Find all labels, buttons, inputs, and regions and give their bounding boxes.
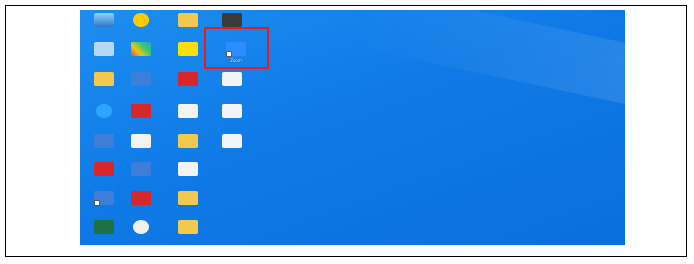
computer-icon xyxy=(94,13,114,27)
control-panel-icon xyxy=(94,134,114,148)
folder-icon xyxy=(178,191,198,205)
desktop-icon-media-player[interactable] xyxy=(117,13,165,45)
desktop-icon-circle-app[interactable] xyxy=(117,220,165,245)
installer-icon xyxy=(131,134,151,148)
desktop-icon-doc-b[interactable] xyxy=(208,104,256,136)
desktop-icon-book[interactable] xyxy=(117,104,165,136)
document-icon xyxy=(178,104,198,118)
app-tiles-icon xyxy=(131,42,151,56)
recycle-bin-icon xyxy=(94,42,114,56)
app-icon xyxy=(94,191,114,206)
desktop-icon-app-tiles[interactable] xyxy=(117,42,165,74)
desktop-icon-folder-low[interactable] xyxy=(164,191,212,223)
folder-icon xyxy=(178,220,198,234)
desktop-icon-doc-c[interactable] xyxy=(208,134,256,166)
desktop-icon-doc-a[interactable] xyxy=(208,72,256,104)
desktop-icon-acrobat-dc[interactable] xyxy=(117,191,165,223)
installer-icon xyxy=(178,162,198,176)
desktop-icon-folder-bottom[interactable] xyxy=(164,220,212,245)
document-icon xyxy=(222,104,242,118)
app-icon xyxy=(222,13,242,27)
acrobat-icon xyxy=(131,191,151,205)
network-icon xyxy=(131,72,151,86)
play-icon xyxy=(133,13,149,27)
excel-icon xyxy=(94,220,114,234)
internet-explorer-icon xyxy=(96,104,112,118)
circle-app-icon xyxy=(133,220,149,234)
desktop[interactable]: Zoom xyxy=(80,10,625,245)
desktop-icon-installer-2[interactable] xyxy=(164,162,212,194)
shortcut-arrow-icon xyxy=(94,200,100,206)
acrobat-icon xyxy=(94,162,114,176)
desktop-icon-network[interactable] xyxy=(117,72,165,104)
wallpaper-light-ray xyxy=(362,10,625,111)
book-icon xyxy=(131,104,151,118)
folder-icon xyxy=(178,13,198,27)
zoom-highlight-box xyxy=(204,27,269,69)
folder-icon xyxy=(178,134,198,148)
document-icon xyxy=(222,134,242,148)
folder-icon xyxy=(94,72,114,86)
desktop-icon-acrobat-shortcut[interactable] xyxy=(164,72,212,104)
tool-icon xyxy=(131,162,151,176)
desktop-icon-tool[interactable] xyxy=(117,162,165,194)
desktop-icon-doc-shortcut[interactable] xyxy=(164,104,212,136)
acrobat-icon xyxy=(178,72,198,86)
kakaotalk-icon xyxy=(178,42,198,56)
document-icon xyxy=(222,72,242,86)
